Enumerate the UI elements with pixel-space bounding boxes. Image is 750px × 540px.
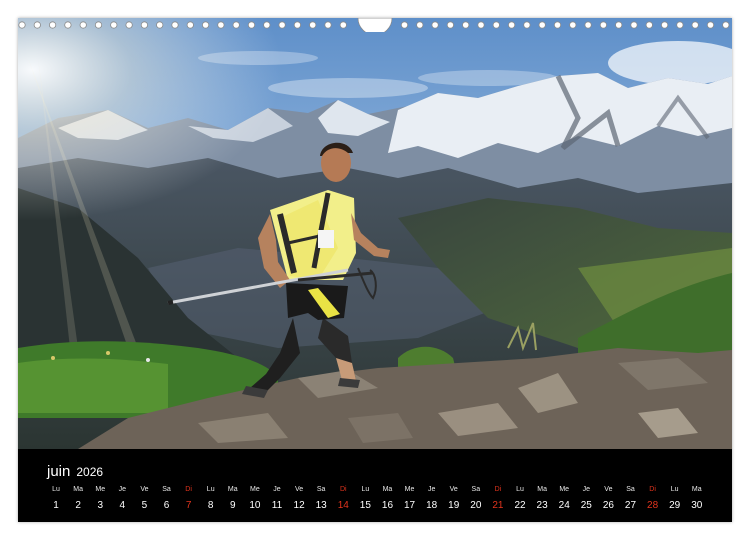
weekday-header: Lu (361, 486, 370, 493)
weekday-header: Ve (294, 486, 304, 493)
weekday-header-row: Lu Ma Me Je Ve Sa Di Lu Ma Me Je Ve Sa Di Lu Ma Me Je Ve Sa… (45, 486, 708, 493)
day-number: 17 (403, 500, 416, 511)
day-number: 29 (669, 500, 681, 511)
day-number: 11 (271, 500, 283, 511)
weekday-header: Me (95, 486, 106, 493)
weekday-header: Di (339, 486, 347, 493)
weekday-header: Ma (227, 486, 238, 493)
day-number: 6 (163, 500, 170, 511)
weekday-header: Di (649, 486, 656, 493)
month-name: juin (47, 463, 71, 480)
year-label: 2026 (76, 465, 104, 479)
day-number: 13 (315, 500, 327, 511)
weekday-header: Lu (52, 486, 60, 493)
weekday-header: Je (118, 486, 127, 493)
day-number: 12 (293, 500, 305, 511)
day-number: 22 (514, 500, 526, 511)
day-number: 8 (207, 500, 214, 511)
day-number: 10 (249, 500, 261, 511)
weekday-header: Je (427, 486, 436, 493)
weekday-header: Je (273, 486, 281, 493)
weekday-header: Lu (516, 486, 524, 493)
weekday-header: Sa (162, 486, 171, 493)
day-number-sunday: 28 (647, 500, 659, 511)
day-number: 25 (580, 500, 592, 511)
day-number: 3 (97, 500, 104, 511)
weekday-header: Di (494, 486, 502, 493)
day-number: 2 (75, 500, 81, 511)
weekday-header: Ve (604, 486, 613, 493)
weekday-header: Di (185, 486, 192, 493)
weekday-header: Ma (73, 486, 83, 493)
weekday-header: Je (582, 486, 590, 493)
weekday-header: Me (559, 486, 570, 493)
day-number: 1 (53, 500, 59, 511)
weekday-header: Me (404, 486, 415, 493)
day-number: 16 (381, 500, 394, 511)
day-number: 20 (470, 500, 482, 511)
mountain-runner-photo (18, 18, 732, 449)
calendar-page: juin 2026 Lu Ma Me Je Ve Sa Di Lu Ma Me Je Ve Sa Di Lu… (18, 18, 732, 522)
day-number: 30 (691, 500, 703, 511)
weekday-header: Me (250, 486, 260, 493)
weekday-header: Lu (670, 486, 679, 493)
day-number-sunday: 14 (337, 500, 349, 511)
weekday-header: Sa (316, 486, 326, 493)
day-number: 15 (359, 500, 371, 511)
weekday-header: Ma (537, 486, 547, 493)
day-number-sunday: 7 (185, 500, 192, 511)
day-number: 4 (119, 500, 126, 511)
weekday-header: Sa (471, 486, 481, 493)
day-number: 23 (536, 500, 548, 511)
weekday-header: Ma (691, 486, 702, 493)
day-number-row: 1 2 3 4 5 6 7 8 9 10 11 12 13 14 15 16 17 18 19 20 21 22 23 24 2… (45, 500, 708, 511)
weekday-header: Ve (449, 486, 458, 493)
calendar-grid: juin 2026 Lu Ma Me Je Ve Sa Di Lu Ma Me Je Ve Sa Di Lu… (18, 449, 732, 522)
weekday-header: Ma (382, 486, 393, 493)
weekday-header: Lu (206, 486, 215, 493)
day-number: 18 (426, 500, 438, 511)
weekday-header: Ve (140, 486, 149, 493)
day-number: 26 (602, 500, 614, 511)
day-number: 9 (230, 500, 236, 511)
day-number: 19 (448, 500, 460, 511)
day-number: 24 (558, 500, 570, 511)
weekday-header: Sa (626, 486, 635, 493)
day-number: 27 (624, 500, 637, 511)
day-number-sunday: 21 (492, 500, 504, 511)
day-number: 5 (141, 500, 148, 511)
